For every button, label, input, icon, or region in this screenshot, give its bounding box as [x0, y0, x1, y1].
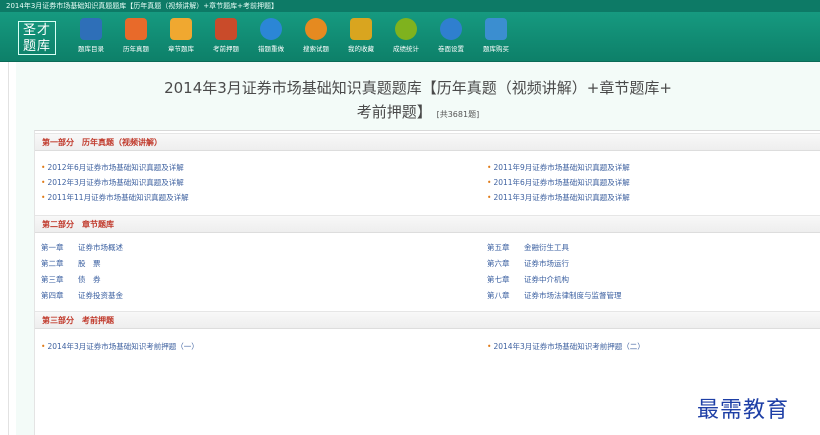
chapter-link[interactable]: 第三章债 券 — [41, 275, 101, 285]
list-item[interactable]: • 2012年3月证券市场基础知识真题及详解 — [41, 178, 184, 188]
redo-icon — [260, 18, 282, 40]
list-item[interactable]: • 2011年11月证券市场基础知识真题及详解 — [41, 193, 189, 203]
chapter-link[interactable]: 第二章股 票 — [41, 259, 101, 269]
toolbar-item-settings[interactable]: 卷面设置 — [428, 18, 474, 60]
document-icon — [125, 18, 147, 40]
gear-icon — [440, 18, 462, 40]
toolbar-item-favorites[interactable]: 我的收藏 — [338, 18, 384, 60]
monitor-icon — [80, 18, 102, 40]
chapter-link[interactable]: 第一章 证券市场概述 — [41, 243, 123, 253]
left-divider — [8, 62, 9, 435]
toolbar-item-chapter-bank[interactable]: 章节题库 — [158, 18, 204, 60]
page-title: 2014年3月证券市场基础知识真题题库【历年真题（视频讲解）+章节题库+ 考前押… — [164, 79, 672, 121]
exam-sheet-icon — [215, 18, 237, 40]
list-item[interactable]: • 2012年6月证券市场基础知识真题及详解 — [41, 163, 184, 173]
toolbar: 圣才题库 题库目录 历年真题 章节题库 考前押题 错题重做 搜索试题 我的收藏 … — [0, 12, 820, 62]
bookmark-icon — [350, 18, 372, 40]
section-header-past-exams: 第一部分 历年真题（视频讲解） — [35, 133, 820, 151]
chapter-link[interactable]: 第八章 证券市场法律制度与监督管理 — [487, 291, 622, 301]
watermark-logo: 最需教育 — [697, 398, 790, 423]
list-item[interactable]: • 2011年9月证券市场基础知识真题及详解 — [487, 163, 630, 173]
chapter-link[interactable]: 第五章 金融衍生工具 — [487, 243, 569, 253]
toolbar-item-purchase[interactable]: 题库购买 — [473, 18, 519, 60]
chapter-link[interactable]: 第七章 证券中介机构 — [487, 275, 569, 285]
section-header-mock-exams: 第三部分 考前押题 — [35, 311, 820, 329]
window-title: 2014年3月证券市场基础知识真题题库【历年真题（视频讲解）+章节题库+考前押题… — [0, 0, 820, 12]
list-item[interactable]: • 2011年3月证券市场基础知识真题及详解 — [487, 193, 630, 203]
content-panel: 第一部分 历年真题（视频讲解） • 2012年6月证券市场基础知识真题及详解 • 20… — [34, 130, 820, 435]
chapter-link[interactable]: 第六章 证券市场运行 — [487, 259, 569, 269]
list-item[interactable]: • 2011年6月证券市场基础知识真题及详解 — [487, 178, 630, 188]
list-item[interactable]: • 2014年3月证券市场基础知识考前押题（一） — [41, 342, 199, 352]
question-count: [共3681题] — [436, 110, 480, 119]
chart-icon — [395, 18, 417, 40]
list-item[interactable]: • 2014年3月证券市场基础知识考前押题（二） — [487, 342, 645, 352]
search-icon — [305, 18, 327, 40]
app-logo: 圣才题库 — [18, 21, 56, 55]
toolbar-item-redo-wrong[interactable]: 错题重做 — [248, 18, 294, 60]
toolbar-item-past-exams[interactable]: 历年真题 — [113, 18, 159, 60]
pencil-note-icon — [170, 18, 192, 40]
toolbar-item-mock-exams[interactable]: 考前押题 — [203, 18, 249, 60]
toolbar-item-stats[interactable]: 成绩统计 — [383, 18, 429, 60]
toolbar-item-search[interactable]: 搜索试题 — [293, 18, 339, 60]
chapter-link[interactable]: 第四章 证券投资基金 — [41, 291, 123, 301]
shopping-icon — [485, 18, 507, 40]
section-header-chapters: 第二部分 章节题库 — [35, 215, 820, 233]
toolbar-item-catalog[interactable]: 题库目录 — [68, 18, 114, 60]
